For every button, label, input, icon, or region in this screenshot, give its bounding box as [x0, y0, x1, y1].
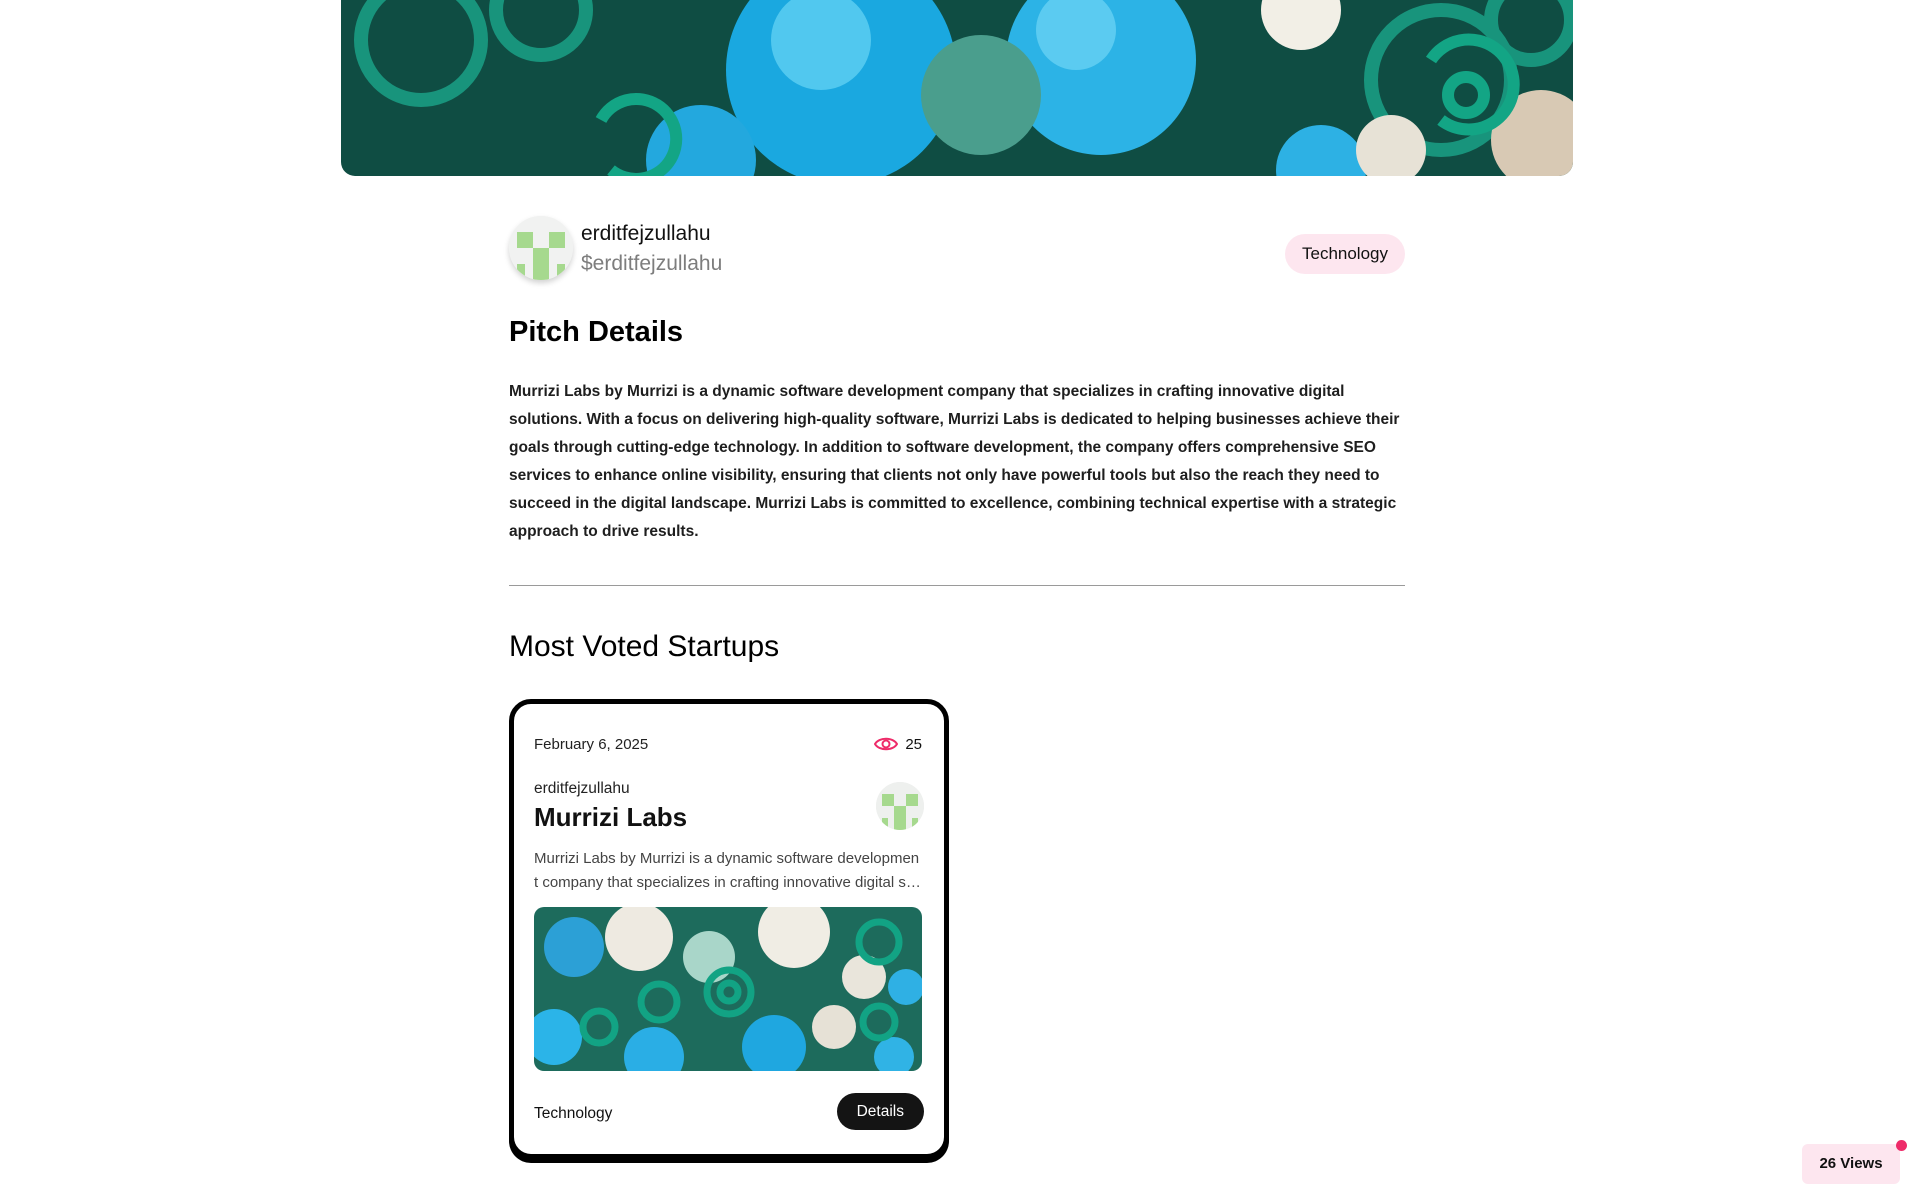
startup-card: February 6, 2025 25 erditfejzullahu Murr… [509, 699, 949, 1159]
live-ping-dot [1896, 1140, 1907, 1151]
category-tag[interactable]: Technology [1284, 234, 1405, 274]
card-description: Murrizi Labs by Murrizi is a dynamic sof… [534, 850, 920, 891]
card-author-avatar[interactable] [876, 782, 924, 830]
views-counter-badge: 26 Views [1802, 1144, 1900, 1184]
pitch-description: Murrizi Labs by Murrizi is a dynamic sof… [509, 383, 1400, 540]
eye-icon [874, 737, 899, 751]
card-views-count: 25 [905, 735, 922, 753]
most-voted-heading: Most Voted Startups [509, 630, 780, 663]
card-views: 25 [874, 734, 922, 754]
card-image[interactable] [534, 907, 922, 1071]
author-handle: $erditfejzullahu [581, 252, 723, 275]
card-title[interactable]: Murrizi Labs [534, 802, 687, 833]
card-date: February 6, 2025 [534, 736, 649, 753]
hero-banner-image [341, 0, 1573, 176]
author-name[interactable]: erditfejzullahu [581, 222, 711, 246]
details-button[interactable]: Details [836, 1093, 924, 1130]
card-author[interactable]: erditfejzullahu [534, 780, 630, 798]
card-category[interactable]: Technology [534, 1105, 612, 1123]
author-avatar[interactable] [509, 216, 573, 280]
divider [509, 585, 1405, 586]
pitch-details-heading: Pitch Details [509, 316, 684, 348]
author-row: erditfejzullahu $erditfejzullahu Technol… [509, 216, 1405, 286]
